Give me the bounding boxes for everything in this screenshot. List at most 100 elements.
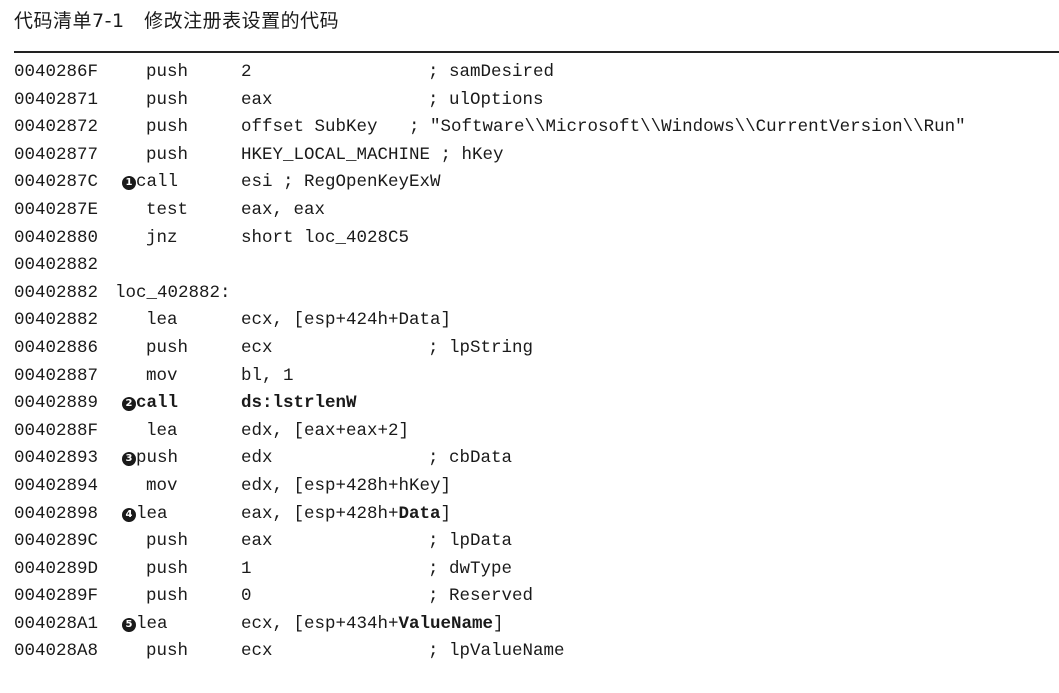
- instruction-operands: edx, [eax+eax+2]: [241, 418, 409, 446]
- operand-text: edx: [241, 448, 273, 469]
- operand-text: eax, eax: [241, 199, 326, 220]
- instruction-operands: eax: [241, 528, 273, 556]
- operand-text: edx, [esp+428h+hKey]: [241, 475, 452, 496]
- line-address: 00402882: [14, 310, 99, 331]
- instruction-mnemonic: push: [146, 531, 189, 552]
- callout-marker: 2: [122, 397, 136, 412]
- instruction-mnemonic: jnz: [146, 227, 178, 248]
- line-address: 004028A8: [14, 641, 99, 662]
- line-address: 00402877: [14, 144, 99, 165]
- code-label: loc_402882:: [115, 282, 231, 303]
- callout-marker: 4: [122, 507, 136, 522]
- instruction-operands: 1: [241, 556, 252, 584]
- instruction-operands: 0: [241, 583, 252, 611]
- callout-marker: 3: [122, 452, 136, 467]
- operand-text: 0: [241, 586, 252, 607]
- line-address: 00402871: [14, 89, 99, 110]
- callout-marker: 5: [122, 617, 136, 632]
- operand-highlight: ds:lstrlenW: [241, 393, 357, 414]
- line-address: 00402887: [14, 365, 99, 386]
- instruction-mnemonic: lea: [146, 420, 178, 441]
- instruction-operands: eax, eax: [241, 197, 325, 225]
- operand-text: eax, [esp+428h+: [241, 503, 399, 524]
- line-address: 00402893: [14, 448, 99, 469]
- instruction-mnemonic: test: [146, 199, 189, 220]
- line-comment: ; ulOptions: [428, 89, 544, 110]
- instruction-operands: offset SubKey ; "Software\\Microsoft\\Wi…: [241, 114, 966, 142]
- instruction-mnemonic: mov: [146, 365, 178, 386]
- instruction-operands: short loc_4028C5: [241, 225, 409, 253]
- operand-text: ]: [440, 503, 452, 524]
- line-comment: ; lpData: [428, 531, 513, 552]
- instruction-operands: edx, [esp+428h+hKey]: [241, 473, 451, 501]
- listing-title: 代码清单7-1 修改注册表设置的代码: [14, 10, 340, 32]
- instruction-mnemonic: call: [136, 172, 179, 193]
- operand-text: HKEY_LOCAL_MACHINE ; hKey: [241, 144, 504, 165]
- instruction-mnemonic: push: [146, 62, 189, 82]
- line-address: 00402882: [14, 282, 99, 303]
- instruction-mnemonic: push: [146, 586, 189, 607]
- instruction-mnemonic: call: [136, 393, 179, 414]
- operand-text: short loc_4028C5: [241, 227, 410, 248]
- instruction-mnemonic: push: [146, 144, 189, 165]
- operand-text: eax: [241, 89, 273, 110]
- line-address: 00402872: [14, 117, 99, 138]
- instruction-operands: eax: [241, 87, 273, 115]
- line-address: 00402880: [14, 227, 99, 248]
- operand-text: ecx: [241, 641, 273, 662]
- operand-text: ]: [493, 613, 504, 634]
- line-address: 0040288F: [14, 420, 99, 441]
- line-address: 0040289D: [14, 558, 99, 579]
- instruction-operands: bl, 1: [241, 363, 294, 391]
- operand-text: esi ; RegOpenKeyExW: [241, 172, 441, 193]
- instruction-operands: ecx, [esp+424h+Data]: [241, 307, 451, 335]
- instruction-mnemonic: lea: [136, 503, 168, 524]
- instruction-mnemonic: lea: [146, 310, 178, 331]
- instruction-mnemonic: push: [146, 641, 189, 662]
- instruction-mnemonic: push: [146, 89, 189, 110]
- operand-text: eax: [241, 531, 273, 552]
- instruction-operands: edx: [241, 445, 273, 473]
- line-address: 00402894: [14, 475, 99, 496]
- line-comment: ; Reserved: [428, 586, 534, 607]
- line-comment: ; dwType: [428, 558, 513, 579]
- instruction-mnemonic: push: [146, 337, 189, 358]
- operand-highlight: Data: [398, 503, 441, 524]
- line-comment: ; lpString: [428, 337, 534, 358]
- line-address: 0040289F: [14, 586, 99, 607]
- line-address: 00402898: [14, 503, 99, 524]
- instruction-operands: eax, [esp+428h+Data]: [241, 501, 451, 529]
- line-address: 00402882: [14, 255, 99, 276]
- callout-marker: 1: [122, 176, 136, 191]
- line-address: 0040287C: [14, 172, 99, 193]
- line-address: 0040287E: [14, 199, 99, 220]
- title-divider: [14, 51, 1059, 53]
- line-address: 00402886: [14, 337, 99, 358]
- operand-text: offset SubKey ; "Software\\Microsoft\\Wi…: [241, 117, 966, 138]
- instruction-operands: esi ; RegOpenKeyExW: [241, 169, 441, 197]
- operand-text: edx, [eax+eax+2]: [241, 420, 410, 441]
- instruction-mnemonic: push: [146, 117, 189, 138]
- operand-highlight: ValueName: [398, 613, 494, 634]
- instruction-operands: ecx: [241, 638, 273, 666]
- instruction-operands: ecx, [esp+434h+ValueName]: [241, 611, 504, 639]
- line-address: 004028A1: [14, 613, 99, 634]
- line-comment: ; lpValueName: [428, 641, 565, 662]
- line-comment: ; cbData: [428, 448, 513, 469]
- operand-text: ecx: [241, 337, 273, 358]
- instruction-mnemonic: push: [136, 448, 179, 469]
- instruction-mnemonic: push: [146, 558, 189, 579]
- line-address: 00402889: [14, 393, 99, 414]
- instruction-mnemonic: lea: [136, 613, 168, 634]
- instruction-operands: HKEY_LOCAL_MACHINE ; hKey: [241, 142, 504, 170]
- instruction-operands: 2: [241, 59, 252, 87]
- instruction-operands: ds:lstrlenW: [241, 390, 357, 418]
- operand-text: ecx, [esp+424h+Data]: [241, 310, 452, 331]
- line-address: 0040286F: [14, 62, 99, 82]
- operand-text: 1: [241, 558, 252, 579]
- operand-text: ecx, [esp+434h+: [241, 613, 399, 634]
- instruction-operands: ecx: [241, 335, 273, 363]
- instruction-mnemonic: mov: [146, 475, 178, 496]
- operand-text: bl, 1: [241, 365, 294, 386]
- line-comment: ; samDesired: [428, 62, 555, 82]
